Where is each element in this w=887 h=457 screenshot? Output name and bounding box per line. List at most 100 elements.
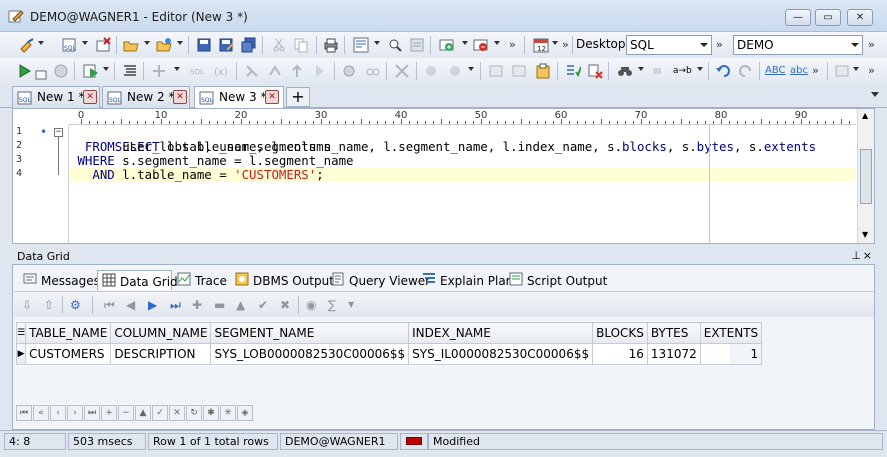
grid-corner-icon[interactable]: ☰ [15, 322, 27, 344]
first-record-icon[interactable]: ⏮ [104, 298, 115, 313]
sql-builder-icon[interactable] [352, 36, 370, 54]
redo-icon[interactable] [737, 62, 755, 80]
nav-prior-page-icon[interactable]: « [33, 405, 49, 421]
toolbar-overflow-icon[interactable]: » [868, 64, 875, 77]
calendar-icon[interactable]: 12 [532, 36, 550, 54]
table-cell[interactable]: 131072 [646, 343, 701, 365]
connect-dropdown-icon[interactable] [38, 41, 44, 45]
run-to-cursor-icon[interactable] [311, 62, 329, 80]
save-icon[interactable] [195, 36, 213, 54]
open-dropdown-icon[interactable] [144, 41, 150, 45]
tab-messages[interactable]: Messages [19, 270, 100, 290]
desktop-select[interactable]: SQL [626, 35, 712, 55]
code-template-icon[interactable] [833, 62, 851, 80]
describe-icon[interactable] [386, 36, 404, 54]
calendar-dropdown-icon[interactable] [552, 41, 558, 45]
recent-dropdown-icon[interactable] [177, 41, 183, 45]
new-sql-icon[interactable]: SQL [60, 36, 78, 54]
profiler-icon[interactable] [422, 62, 440, 80]
close-tab-icon[interactable]: ✕ [265, 90, 279, 104]
profiler-options-icon[interactable] [446, 62, 464, 80]
tab-new-3[interactable]: SQL New 3 * ✕ [194, 86, 284, 109]
format-list-icon[interactable] [121, 62, 139, 80]
nav-first-icon[interactable]: ⏮ [16, 405, 32, 421]
watch-icon[interactable] [364, 62, 382, 80]
disconnect-icon[interactable] [94, 36, 112, 54]
stop-icon[interactable] [52, 62, 70, 80]
debug-dropdown-icon[interactable] [174, 67, 180, 71]
toolbar-overflow-icon[interactable]: » [509, 38, 516, 51]
sql-editor[interactable]: 0 10 20 30 40 50 60 70 80 90 1 2 3 4 • − SELECT l… [12, 108, 875, 244]
tab-explain-plan[interactable]: Explain Plan [418, 270, 513, 290]
new-tab-button[interactable]: + [286, 87, 310, 107]
tab-data-grid[interactable]: Data Grid [97, 270, 178, 290]
tab-new-2[interactable]: SQL New 2 * ✕ [102, 86, 190, 108]
template-dropdown-icon[interactable] [853, 67, 859, 71]
execute-dropdown-icon[interactable] [103, 67, 109, 71]
execute-script-icon[interactable] [32, 65, 50, 83]
execute-selection-icon[interactable] [82, 62, 100, 80]
find-dropdown-icon[interactable] [638, 67, 644, 71]
nav-last-icon[interactable]: ⏭ [84, 405, 100, 421]
nav-prior-icon[interactable]: ‹ [50, 405, 66, 421]
nav-insert-icon[interactable]: + [101, 405, 117, 421]
sum-icon[interactable]: ∑ [328, 298, 336, 312]
code-area[interactable]: SELECT l.table_name, l.column_name, l.se… [70, 125, 856, 243]
sql-builder-dropdown-icon[interactable] [374, 41, 380, 45]
table-cell[interactable]: DESCRIPTION [110, 343, 212, 365]
nav-delete-icon[interactable]: − [118, 405, 134, 421]
table-cell[interactable]: SYS_LOB0000082530C00006$$ [210, 343, 410, 365]
uncomment-icon[interactable] [586, 62, 604, 80]
variables-icon[interactable]: (x) [212, 62, 230, 80]
remove-icon[interactable] [472, 36, 490, 54]
table-cell[interactable]: SYS_IL0000082530C00006$$ [408, 343, 594, 365]
save-grid-icon[interactable]: ⇧ [44, 298, 54, 312]
schema-browser-icon[interactable] [408, 36, 426, 54]
column-header[interactable]: TABLE_NAME [25, 322, 112, 344]
column-header[interactable]: COLUMN_NAME [110, 322, 212, 344]
add-dropdown-icon[interactable] [462, 41, 468, 45]
tab-trace[interactable]: Trace [173, 270, 233, 290]
compile-icon[interactable] [393, 62, 411, 80]
scroll-down-icon[interactable]: ▼ [862, 230, 868, 239]
minimize-button[interactable]: — [785, 9, 811, 26]
find-icon[interactable] [616, 62, 634, 80]
sql-optimize-icon[interactable]: SQL [188, 62, 206, 80]
tab-new-1[interactable]: SQL New 1 * ✕ [12, 86, 100, 108]
close-button[interactable]: ✕ [847, 9, 873, 26]
breakpoint-icon[interactable] [340, 62, 358, 80]
column-header[interactable]: EXTENTS [699, 322, 763, 344]
sum-dropdown-icon[interactable]: ▼ [348, 300, 354, 309]
nav-edit-icon[interactable]: ▲ [135, 405, 151, 421]
last-record-icon[interactable]: ⏭ [170, 298, 181, 313]
find-next-icon[interactable] [650, 62, 668, 80]
insert-record-icon[interactable]: ✚ [192, 298, 202, 312]
results-grid[interactable]: ☰ TABLE_NAME COLUMN_NAME SEGMENT_NAME INDEX… [15, 322, 763, 366]
step-out-icon[interactable] [288, 62, 306, 80]
new-dropdown-icon[interactable] [82, 41, 88, 45]
refresh-icon[interactable]: ◉ [306, 298, 316, 312]
close-tab-icon[interactable]: ✕ [83, 90, 97, 104]
nav-goto-bookmark-icon[interactable]: ✳ [220, 405, 236, 421]
grid-options-icon[interactable]: ⚙ [70, 298, 81, 312]
save-as-icon[interactable] [217, 36, 235, 54]
tab-dbms-output[interactable]: DBMS Output [231, 270, 334, 290]
column-header[interactable]: BLOCKS [592, 322, 648, 344]
pin-icon[interactable]: ⊥ [851, 249, 861, 262]
nav-refresh-icon[interactable]: ↻ [186, 405, 202, 421]
step-over-icon[interactable] [266, 62, 284, 80]
nav-next-icon[interactable]: › [67, 405, 83, 421]
toolbar-overflow-icon[interactable]: » [562, 38, 569, 51]
column-header[interactable]: SEGMENT_NAME [210, 322, 410, 344]
collapse-icon[interactable]: − [54, 128, 63, 137]
toolbar-overflow-icon[interactable]: » [868, 38, 875, 51]
open-folder-icon[interactable] [122, 36, 140, 54]
prior-record-icon[interactable]: ◀ [126, 298, 135, 312]
step-into-icon[interactable] [243, 62, 261, 80]
open-recent-icon[interactable] [155, 36, 173, 54]
tab-right-icon[interactable] [510, 62, 528, 80]
profiler-dropdown-icon[interactable] [468, 67, 474, 71]
nav-filter-icon[interactable]: ◈ [237, 405, 253, 421]
delete-record-icon[interactable]: ▬ [214, 298, 225, 312]
remove-dropdown-icon[interactable] [494, 41, 500, 45]
